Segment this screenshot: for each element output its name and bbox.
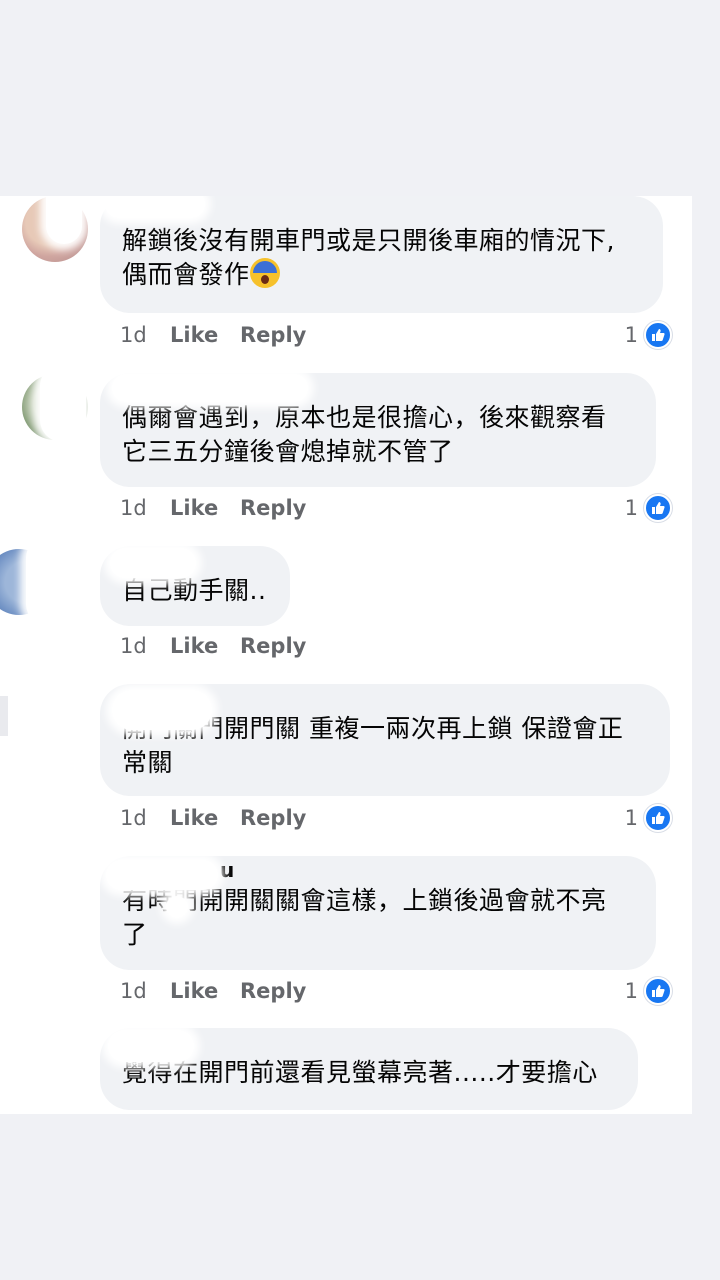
reply-button[interactable]: Reply (240, 979, 306, 1003)
thumbs-up-icon (644, 804, 672, 832)
avatar-edge (0, 696, 8, 736)
comment-time[interactable]: 1d (120, 634, 170, 658)
comment-text: 解鎖後沒有開車門或是只開後車廂的情況下, 偶而會發作 (122, 226, 615, 289)
comment-text: 有時門開開關關會這樣，上鎖後過會就不亮 了 (122, 886, 607, 949)
like-button[interactable]: Like (170, 323, 240, 347)
comment-time[interactable]: 1d (120, 323, 170, 347)
reply-button[interactable]: Reply (240, 634, 306, 658)
name-redaction (110, 548, 196, 578)
comment-meta: 1d Like Reply (120, 631, 306, 661)
name-redaction (105, 196, 205, 218)
reaction-count[interactable]: 1 (625, 803, 672, 833)
comment-meta: 1d Like Reply (120, 493, 306, 523)
comments-panel: 解鎖後沒有開車門或是只開後車廂的情況下, 偶而會發作 1d Like Reply… (0, 196, 692, 1114)
thumbs-up-icon (644, 977, 672, 1005)
avatar-redaction (40, 364, 86, 442)
comment-text: 偶爾會遇到，原本也是很擔心，後來觀察看 它三五分鐘後會熄掉就不管了 (122, 403, 607, 466)
commenter-name[interactable] (122, 1028, 616, 1056)
comment-text: 自己動手關.. (122, 576, 267, 605)
thumbs-up-icon (644, 321, 672, 349)
name-redaction (112, 374, 308, 402)
reply-button[interactable]: Reply (240, 806, 306, 830)
comment-meta: 1d Like Reply (120, 976, 306, 1006)
comment-meta: 1d Like Reply (120, 803, 306, 833)
name-redaction (106, 860, 218, 890)
thumbs-up-icon (644, 494, 672, 522)
screaming-face-emoji-icon (249, 258, 280, 288)
like-button[interactable]: Like (170, 496, 240, 520)
comment-time[interactable]: 1d (120, 806, 170, 830)
name-redaction (108, 1030, 194, 1062)
reply-button[interactable]: Reply (240, 323, 306, 347)
reaction-count[interactable]: 1 (625, 320, 672, 350)
comment-text: 覺得在開門前還看見螢幕亮著.....才要擔心 (122, 1058, 598, 1087)
screenshot-page: 解鎖後沒有開車門或是只開後車廂的情況下, 偶而會發作 1d Like Reply… (0, 0, 720, 1280)
comment-time[interactable]: 1d (120, 979, 170, 1003)
reaction-count[interactable]: 1 (625, 493, 672, 523)
avatar-redaction (46, 196, 82, 244)
comment-time[interactable]: 1d (120, 496, 170, 520)
like-button[interactable]: Like (170, 634, 240, 658)
reaction-count[interactable]: 1 (625, 976, 672, 1006)
reply-button[interactable]: Reply (240, 496, 306, 520)
comment-meta: 1d Like Reply (120, 320, 306, 350)
like-button[interactable]: Like (170, 806, 240, 830)
like-button[interactable]: Like (170, 979, 240, 1003)
name-redaction (166, 896, 188, 918)
avatar-redaction (26, 536, 86, 626)
name-redaction (112, 690, 212, 730)
